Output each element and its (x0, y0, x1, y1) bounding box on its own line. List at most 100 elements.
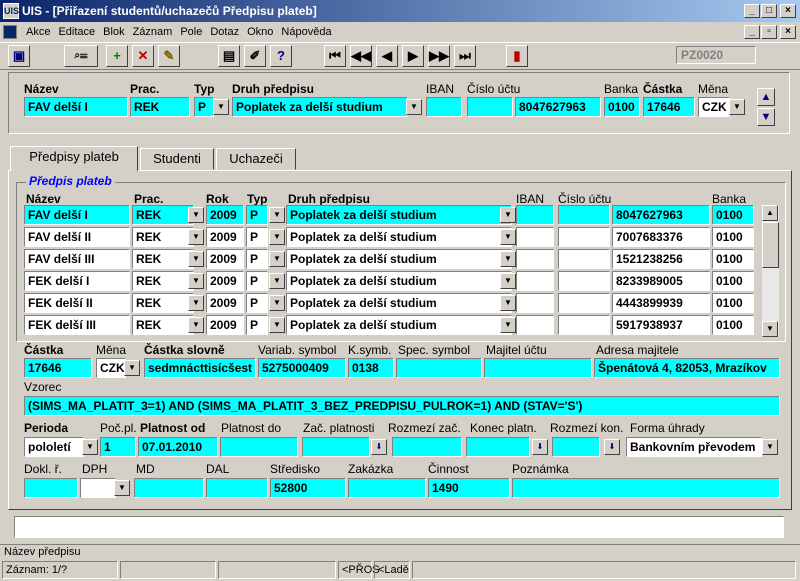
row-typ-cell[interactable]: P (246, 271, 268, 291)
row-banka-cell[interactable]: 0100 (712, 249, 754, 269)
tab-studenti[interactable]: Studenti (140, 148, 214, 170)
header-iban-part-field[interactable] (467, 97, 513, 117)
header-iban-field[interactable] (426, 97, 462, 117)
first-block-icon[interactable]: ⏮ (324, 45, 346, 67)
cinnost-field[interactable]: 1490 (428, 478, 510, 498)
rozmezi-kon-calendar-icon[interactable]: ⬇ (604, 439, 620, 455)
row-iban-cell[interactable] (516, 293, 554, 313)
row-nazev-cell[interactable]: FEK delší I (24, 271, 130, 291)
row-iban-cell[interactable] (516, 205, 554, 225)
rozmezi-zac-field[interactable] (392, 437, 462, 457)
row-cislo-cell[interactable]: 5917938937 (612, 315, 710, 335)
row-typ-cell[interactable]: P (246, 205, 268, 225)
grid-scroll-thumb[interactable] (762, 222, 779, 268)
row-rok-cell[interactable]: 2009 (206, 227, 244, 247)
perioda-dropdown[interactable]: ▼ (82, 439, 98, 455)
doc-close-button[interactable]: × (780, 25, 796, 39)
menu-okno[interactable]: Okno (243, 22, 277, 42)
konec-calendar-icon[interactable]: ⬇ (532, 439, 548, 455)
row-cislo-cell[interactable]: 8233989005 (612, 271, 710, 291)
clear-icon[interactable]: ✎ (158, 45, 180, 67)
row-druh-dropdown[interactable]: ▼ (500, 295, 516, 311)
header-druh-dropdown[interactable]: ▼ (406, 99, 422, 115)
search-list-icon[interactable]: ⌕☰ (64, 45, 98, 67)
row-typ-dropdown[interactable]: ▼ (269, 229, 285, 245)
vzorec-field[interactable]: (SIMS_MA_PLATIT_3=1) AND (SIMS_MA_PLATIT… (24, 396, 780, 416)
dal-field[interactable] (206, 478, 268, 498)
tab-predpisy-plateb[interactable]: Předpisy plateb (10, 146, 138, 171)
poc-field[interactable]: 1 (100, 437, 136, 457)
row-iban-part-cell[interactable] (558, 315, 610, 335)
row-typ-dropdown[interactable]: ▼ (269, 251, 285, 267)
next-record-fast-icon[interactable]: ▶▶ (428, 45, 450, 67)
header-druh-field[interactable]: Poplatek za delší studium (232, 97, 408, 117)
header-typ-dropdown[interactable]: ▼ (213, 99, 229, 115)
row-banka-cell[interactable]: 0100 (712, 293, 754, 313)
tab-uchazeci[interactable]: Uchazeči (216, 148, 296, 170)
row-druh-cell[interactable]: Poplatek za delší studium (286, 271, 512, 291)
menu-zaznam[interactable]: Záznam (129, 22, 177, 42)
row-rok-cell[interactable]: 2009 (206, 293, 244, 313)
row-druh-cell[interactable]: Poplatek za delší studium (286, 315, 512, 335)
row-prac-dropdown[interactable]: ▼ (188, 207, 204, 223)
row-prac-dropdown[interactable]: ▼ (188, 273, 204, 289)
majitel-field[interactable] (484, 358, 592, 378)
close-button[interactable]: × (780, 4, 796, 18)
row-druh-cell[interactable]: Poplatek za delší studium (286, 249, 512, 269)
last-block-icon[interactable]: ⏭ (454, 45, 476, 67)
row-typ-dropdown[interactable]: ▼ (269, 317, 285, 333)
mena-dropdown[interactable]: ▼ (124, 360, 140, 376)
mena-field[interactable]: CZK (96, 358, 126, 378)
forma-dropdown[interactable]: ▼ (762, 439, 778, 455)
row-cislo-cell[interactable]: 7007683376 (612, 227, 710, 247)
app-icon[interactable]: UIS (3, 3, 19, 19)
row-typ-cell[interactable]: P (246, 293, 268, 313)
row-prac-cell[interactable]: REK (132, 227, 194, 247)
zakazka-field[interactable] (348, 478, 426, 498)
dph-dropdown[interactable]: ▼ (114, 480, 130, 496)
next-record-icon[interactable]: ▶ (402, 45, 424, 67)
row-iban-part-cell[interactable] (558, 249, 610, 269)
menu-blok[interactable]: Blok (99, 22, 128, 42)
ks-field[interactable]: 0138 (348, 358, 394, 378)
row-iban-part-cell[interactable] (558, 271, 610, 291)
row-typ-cell[interactable]: P (246, 315, 268, 335)
header-banka-field[interactable]: 0100 (604, 97, 640, 117)
row-iban-part-cell[interactable] (558, 293, 610, 313)
row-iban-cell[interactable] (516, 227, 554, 247)
previous-record-fast-icon[interactable]: ◀◀ (350, 45, 372, 67)
stredisko-field[interactable]: 52800 (270, 478, 346, 498)
dokl-field[interactable] (24, 478, 78, 498)
row-nazev-cell[interactable]: FEK delší III (24, 315, 130, 335)
dph-field[interactable] (80, 478, 116, 498)
doc-minimize-button[interactable]: _ (744, 25, 760, 39)
document-icon[interactable] (3, 25, 17, 39)
row-prac-cell[interactable]: REK (132, 293, 194, 313)
maximize-button[interactable]: □ (761, 4, 777, 18)
row-druh-dropdown[interactable]: ▼ (500, 251, 516, 267)
help-icon[interactable]: ? (270, 45, 292, 67)
row-cislo-cell[interactable]: 4443899939 (612, 293, 710, 313)
row-banka-cell[interactable]: 0100 (712, 227, 754, 247)
row-nazev-cell[interactable]: FAV delší III (24, 249, 130, 269)
row-cislo-cell[interactable]: 8047627963 (612, 205, 710, 225)
row-iban-cell[interactable] (516, 249, 554, 269)
row-druh-cell[interactable]: Poplatek za delší studium (286, 227, 512, 247)
rozmezi-kon-field[interactable] (552, 437, 600, 457)
row-prac-cell[interactable]: REK (132, 249, 194, 269)
exit-door-icon[interactable]: ▮ (506, 45, 528, 67)
row-druh-dropdown[interactable]: ▼ (500, 229, 516, 245)
minimize-button[interactable]: _ (744, 4, 760, 18)
menu-editace[interactable]: Editace (54, 22, 99, 42)
md-field[interactable] (134, 478, 204, 498)
perioda-field[interactable]: pololetí (24, 437, 84, 457)
row-prac-dropdown[interactable]: ▼ (188, 295, 204, 311)
row-typ-cell[interactable]: P (246, 227, 268, 247)
row-typ-dropdown[interactable]: ▼ (269, 273, 285, 289)
header-cislo-field[interactable]: 8047627963 (515, 97, 601, 117)
row-prac-dropdown[interactable]: ▼ (188, 229, 204, 245)
row-nazev-cell[interactable]: FAV delší I (24, 205, 130, 225)
row-banka-cell[interactable]: 0100 (712, 205, 754, 225)
clipboard-icon[interactable]: ▤ (218, 45, 240, 67)
castka-field[interactable]: 17646 (24, 358, 92, 378)
